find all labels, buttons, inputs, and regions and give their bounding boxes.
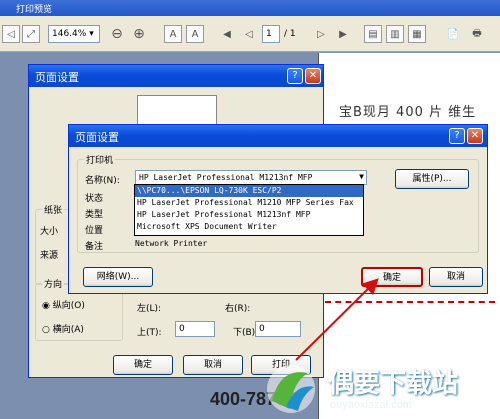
watermark-logo-icon (267, 365, 315, 413)
comment-value: Network Printer (135, 239, 208, 248)
back-icon[interactable]: ◁ (2, 25, 20, 43)
landscape-radio[interactable]: ○ 横向(A) (42, 322, 84, 335)
help-icon[interactable]: ? (287, 68, 303, 84)
network-button[interactable]: 网络(W)... (83, 267, 153, 287)
printer-option[interactable]: HP LaserJet Professional M1210 MFP Serie… (135, 197, 363, 209)
margin-bottom-input[interactable]: 0 (255, 321, 301, 337)
page-divider (325, 301, 495, 303)
margin-right-label: 右(R): (225, 304, 251, 314)
watermark-url: ouyaoxiazai.com (330, 399, 412, 411)
help-icon[interactable]: ? (449, 128, 465, 144)
fit-page-icon[interactable]: ⤢ (22, 25, 40, 43)
portrait-radio[interactable]: ◉ 纵向(O) (42, 298, 85, 311)
close-icon[interactable]: ✕ (305, 68, 321, 84)
front-dialog-titlebar: 页面设置 (69, 125, 487, 147)
printer-option[interactable]: Microsoft XPS Document Writer (135, 221, 363, 233)
two-page-icon[interactable]: ▥ (386, 25, 404, 43)
back-cancel-button[interactable]: 取消 (183, 355, 243, 375)
chevron-down-icon: ▼ (359, 172, 364, 181)
zoom-select[interactable]: 146.4% ▾ (48, 25, 100, 43)
status-label: 状态 (85, 194, 104, 204)
ok-button[interactable]: 确定 (361, 267, 423, 287)
dialog-title: 页面设置 (35, 71, 79, 84)
printer-name-label: 名称(N): (85, 176, 120, 186)
printer-option[interactable]: \\PC70...\EPSON LQ-730K ESC/P2 (135, 185, 363, 197)
cancel-button[interactable]: 取消 (429, 267, 483, 287)
comment-label: 备注 (85, 242, 104, 252)
zoom-in-icon[interactable]: ⊕ (130, 25, 148, 43)
preview-titlebar: 打印预览 (0, 0, 500, 16)
last-page-icon[interactable]: ▶ (334, 25, 352, 43)
font-smaller-icon[interactable]: A (186, 25, 204, 43)
page-number-input[interactable]: 1 (262, 25, 280, 43)
back-ok-button[interactable]: 确定 (113, 355, 173, 375)
dialog-titlebar: 页面设置 (29, 65, 323, 87)
printer-dropdown-list[interactable]: \\PC70...\EPSON LQ-730K ESC/P2 HP LaserJ… (134, 184, 364, 236)
page-count: / 1 (284, 29, 296, 39)
single-page-icon[interactable]: ▤ (364, 25, 382, 43)
paper-source-label: 来源 (40, 251, 59, 261)
properties-button[interactable]: 属性(P)... (395, 169, 469, 189)
watermark-text: 偶要下载站 (328, 369, 459, 399)
next-page-icon[interactable]: ▷ (312, 25, 330, 43)
font-larger-icon[interactable]: A (164, 25, 182, 43)
app-title: 打印预览 (16, 5, 53, 15)
location-label: 位置 (85, 226, 104, 236)
margin-left-label: 左(L): (137, 304, 162, 314)
print-icon[interactable]: 🖶 (468, 25, 486, 43)
paper-group: 纸张 大小 来源 (35, 203, 71, 285)
type-label: 类型 (85, 210, 104, 220)
preview-toolbar: ◁ ⤢ 146.4% ▾ ⊖ ⊕ A A ◀ ◁ 1 / 1 ▷ ▶ ▤ ▥ ▦… (0, 16, 500, 52)
page-setup-icon[interactable]: 📄 (444, 25, 462, 43)
front-dialog-title: 页面设置 (75, 131, 119, 144)
watermark: 偶要下载站 ouyaoxiazai.com (256, 357, 500, 419)
prev-page-icon[interactable]: ◁ (240, 25, 258, 43)
page-text-line: 宝B现月 400 片 维生 (339, 105, 477, 120)
printer-option[interactable]: HP LaserJet Professional M1213nf MFP (135, 209, 363, 221)
paper-size-label: 大小 (40, 227, 59, 237)
first-page-icon[interactable]: ◀ (218, 25, 236, 43)
multi-page-icon[interactable]: ▦ (408, 25, 426, 43)
close-icon[interactable]: ✕ (467, 128, 483, 144)
zoom-out-icon[interactable]: ⊖ (108, 25, 126, 43)
printer-name-select[interactable]: HP LaserJet Professional M1213nf MFP ▼ (135, 170, 367, 185)
margin-top-input[interactable]: 0 (175, 321, 215, 337)
margin-top-label: 上(T): (137, 328, 162, 338)
